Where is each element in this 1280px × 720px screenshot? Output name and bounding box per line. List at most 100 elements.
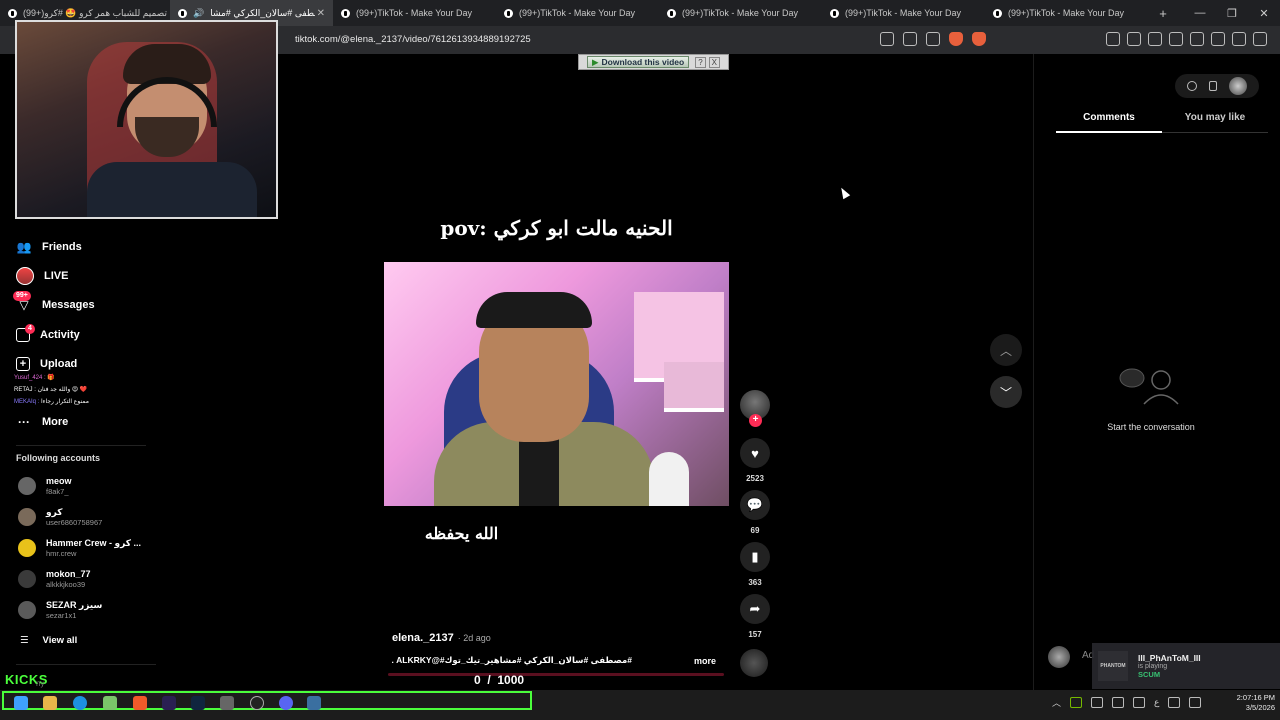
sidebar-item-live[interactable]: LIVE (16, 261, 146, 290)
friends-icon: 👥 (16, 239, 32, 254)
wallet-icon[interactable] (1190, 32, 1204, 46)
sidebar-item-messages[interactable]: ▽ 99+ Messages (13, 291, 146, 320)
download-help-button[interactable]: ? (695, 56, 706, 68)
account-handle: sezar1x1 (46, 611, 77, 620)
download-video-button[interactable]: ▶ Download this video (587, 56, 690, 68)
chat-message: MEKAIq : ممنوع التكرار رجاءا (14, 399, 89, 405)
avatar (18, 508, 36, 526)
maximize-icon[interactable]: ❐ (1216, 7, 1248, 20)
speaker-icon[interactable]: 🔊 (193, 8, 204, 19)
like-count: 2523 (746, 474, 764, 483)
account-name: SEZAR سيزر (46, 600, 103, 610)
brave-rewards-icon[interactable] (972, 32, 986, 46)
extensions-icon[interactable] (1106, 32, 1120, 46)
share-icon[interactable] (926, 32, 940, 46)
following-account[interactable]: SEZAR سيزر sezar1x1 (18, 600, 102, 620)
premiere-icon[interactable] (162, 696, 176, 710)
brave-shields-icon[interactable] (949, 32, 963, 46)
obs-icon[interactable] (250, 696, 264, 710)
sidebar-item-more[interactable]: ··· More (16, 407, 146, 436)
save-button[interactable]: ▮ (740, 542, 770, 572)
previous-video-button[interactable]: ︿ (990, 334, 1022, 366)
store-icon[interactable] (103, 696, 117, 710)
nvidia-icon[interactable] (1070, 697, 1083, 708)
brave-icon[interactable] (133, 696, 147, 710)
profile-avatar[interactable] (1229, 77, 1247, 95)
menu-icon[interactable] (1253, 32, 1267, 46)
browser-tab[interactable]: (99+)TikTok - Make Your Day (496, 0, 659, 26)
sidebar-item-label: LIVE (44, 269, 69, 282)
phone-icon[interactable] (1209, 81, 1217, 91)
photoshop-icon[interactable] (191, 696, 205, 710)
no-tracking-icon[interactable] (880, 32, 894, 46)
browser-tab[interactable]: (99+)TikTok - Make Your Day (333, 0, 496, 26)
game-activity-notification[interactable]: PHANTOM III_PhAnToM_III is playing SCUM (1092, 643, 1280, 689)
leo-ai-icon[interactable] (1211, 32, 1225, 46)
screenshot-icon[interactable] (1127, 32, 1141, 46)
network-icon[interactable] (1168, 697, 1181, 708)
app-icon[interactable] (220, 696, 234, 710)
tiktok-favicon-icon (830, 8, 839, 18)
sidebar-item-activity[interactable]: 4 Activity (16, 320, 146, 349)
file-explorer-icon[interactable] (43, 696, 57, 710)
chevron-up-icon: ︿ (999, 343, 1012, 358)
empty-conversation-icon (1119, 368, 1179, 405)
minimize-icon[interactable]: — (1184, 7, 1216, 19)
browser-tab[interactable]: (99+)TikTok - Make Your Day (822, 0, 985, 26)
tray-overflow-icon[interactable]: ︿ (1052, 696, 1061, 709)
sidebar-item-friends[interactable]: 👥 Friends (16, 232, 146, 261)
onedrive-icon[interactable] (1091, 697, 1104, 708)
discord-icon[interactable] (279, 696, 293, 710)
video-author[interactable]: elena._2137 · 2d ago (392, 632, 491, 644)
view-all-following-link[interactable]: ☰ View all (20, 635, 77, 646)
browser-tab[interactable]: (99+)TikTok - Make Your Day (985, 0, 1148, 26)
video-progress-bar[interactable] (388, 673, 724, 676)
video-player[interactable] (384, 262, 729, 506)
share-button[interactable]: ➦ (740, 594, 770, 624)
vpn-icon[interactable] (1232, 32, 1246, 46)
following-account[interactable]: Hammer Crew - كرو ... hmr.crew (18, 538, 141, 558)
volume-icon[interactable] (1189, 697, 1202, 708)
close-tab-icon[interactable]: ✕ (317, 8, 325, 19)
like-button[interactable]: ♥ (740, 438, 770, 468)
follow-plus-icon[interactable]: + (749, 414, 762, 427)
comment-button[interactable]: 💬 (740, 490, 770, 520)
next-video-button[interactable]: ﹀ (990, 376, 1022, 408)
account-name: mokon_77 (46, 569, 91, 579)
following-account[interactable]: meow f8ak7_ (18, 476, 72, 496)
following-account[interactable]: كرو user6860758967 (18, 507, 102, 527)
microphone-icon[interactable] (1112, 697, 1125, 708)
creator-avatar[interactable]: + (740, 390, 770, 427)
more-description-button[interactable]: more (694, 656, 716, 666)
following-account[interactable]: mokon_77 alkkkjkoo39 (18, 569, 91, 589)
tiktok-favicon-icon (8, 8, 17, 18)
tab-title: (99+)TikTok - Make Your Day (1008, 8, 1124, 18)
sidebar-icon[interactable] (1169, 32, 1183, 46)
close-window-icon[interactable]: ✕ (1248, 7, 1280, 20)
notification-user: III_PhAnToM_III (1138, 653, 1201, 663)
browser-tab[interactable]: (99+)TikTok - Make Your Day (659, 0, 822, 26)
tab-title: (99+)تصميم للشباب همر كرو 🤩 #كرو (23, 7, 167, 18)
tab-you-may-like[interactable]: You may like (1162, 112, 1268, 133)
music-icon[interactable] (1148, 32, 1162, 46)
language-indicator[interactable]: ع (1154, 697, 1159, 708)
coins-icon[interactable] (1187, 81, 1197, 91)
tab-comments[interactable]: Comments (1056, 112, 1162, 133)
windows-start-icon[interactable] (14, 696, 28, 710)
cast-icon[interactable] (903, 32, 917, 46)
sound-disc-avatar[interactable] (740, 649, 768, 677)
steam-icon[interactable] (307, 696, 321, 710)
following-accounts-title: Following accounts (16, 453, 101, 463)
kicks-overlay-sub: ny (36, 679, 45, 688)
taskbar-clock[interactable]: 2:07:16 PM 3/5/2026 (1225, 693, 1275, 713)
streamer-webcam-overlay (15, 20, 278, 219)
address-bar[interactable]: tiktok.com/@elena._2137/video/7612613934… (295, 34, 531, 45)
download-close-button[interactable]: X (708, 56, 720, 68)
keyboard-icon[interactable] (1133, 697, 1146, 708)
edge-icon[interactable] (73, 696, 87, 710)
tiktok-favicon-icon (667, 8, 676, 18)
messages-icon: ▽ 99+ (13, 291, 32, 313)
video-text-caption: الله يحفظه (424, 524, 499, 543)
new-tab-button[interactable]: + (1148, 6, 1178, 21)
notification-status: is playing (1138, 663, 1168, 670)
